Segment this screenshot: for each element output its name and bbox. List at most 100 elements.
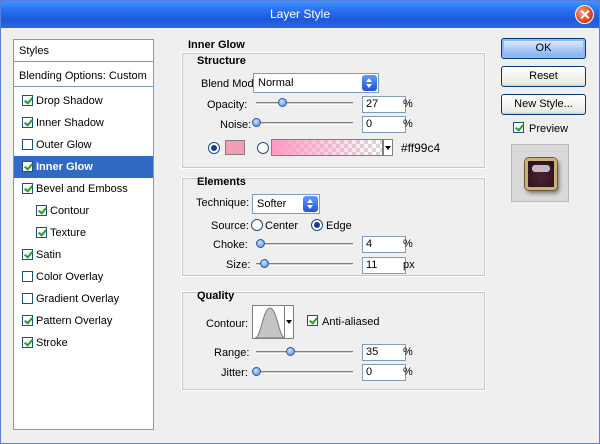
style-item-inner-glow[interactable]: Inner Glow [14,156,153,178]
glow-color-swatch[interactable] [225,140,245,155]
opacity-label: Opacity: [207,99,248,111]
contour-label: Contour: [206,318,249,330]
noise-label: Noise: [220,119,252,131]
jitter-input[interactable]: 0 [362,364,406,381]
size-input[interactable]: 11 [362,257,406,274]
style-item-label: Stroke [36,337,68,349]
jitter-slider-thumb[interactable] [252,367,261,376]
elements-title: Elements [197,176,246,188]
style-item-label: Drop Shadow [36,95,103,107]
style-item-checkbox[interactable] [22,95,33,106]
blending-options-item[interactable]: Blending Options: Custom [14,65,153,87]
ok-button[interactable]: OK [501,38,586,59]
size-slider-track[interactable] [256,263,353,266]
window-title: Layer Style [269,7,331,21]
range-slider-track[interactable] [256,351,353,354]
preview-label[interactable]: Preview [529,123,568,135]
antialiased-checkbox[interactable] [307,315,318,326]
jitter-unit: % [403,366,413,378]
new-style-button[interactable]: New Style... [501,94,586,115]
range-unit: % [403,346,413,358]
contour-dropdown-icon[interactable] [284,305,294,339]
style-item-texture[interactable]: Texture [14,222,153,244]
blend-mode-value: Normal [258,77,294,89]
range-slider-thumb[interactable] [286,347,295,356]
style-item-checkbox[interactable] [22,161,33,172]
blend-mode-select[interactable]: Normal [253,73,379,93]
contour-curve-icon [254,307,285,338]
style-item-label: Contour [50,205,90,217]
chevron-updown-icon [362,75,377,91]
technique-label: Technique: [196,197,250,209]
noise-slider-track[interactable] [256,122,353,125]
style-item-stroke[interactable]: Stroke [14,332,153,354]
title-bar[interactable]: Layer Style [1,1,599,28]
style-item-label: Inner Glow [36,161,93,173]
style-item-gradient-overlay[interactable]: Gradient Overlay [14,288,153,310]
style-item-checkbox[interactable] [22,315,33,326]
quality-title: Quality [197,290,235,302]
close-icon[interactable] [575,5,594,24]
style-item-checkbox[interactable] [22,117,33,128]
style-item-checkbox[interactable] [36,205,47,216]
color-mode-radio[interactable] [208,142,220,154]
source-center-label[interactable]: Center [265,220,298,232]
size-slider-thumb[interactable] [260,259,269,268]
source-edge-label[interactable]: Edge [326,220,352,232]
style-item-inner-shadow[interactable]: Inner Shadow [14,112,153,134]
chevron-updown-icon [303,196,318,212]
gradient-mode-radio[interactable] [257,142,269,154]
style-item-color-overlay[interactable]: Color Overlay [14,266,153,288]
size-label: Size: [226,259,251,271]
style-preview-swatch [525,158,557,190]
choke-input[interactable]: 4 [362,236,406,253]
style-item-checkbox[interactable] [22,183,33,194]
styles-header-label: Styles [19,45,49,57]
opacity-input[interactable]: 27 [362,96,406,113]
style-item-checkbox[interactable] [22,139,33,150]
style-item-satin[interactable]: Satin [14,244,153,266]
antialiased-label[interactable]: Anti-aliased [322,316,379,328]
opacity-unit: % [403,98,413,110]
source-center-radio[interactable] [251,219,263,231]
style-item-outer-glow[interactable]: Outer Glow [14,134,153,156]
style-item-checkbox[interactable] [36,227,47,238]
style-item-checkbox[interactable] [22,337,33,348]
jitter-slider-track[interactable] [256,371,353,374]
choke-unit: % [403,238,413,250]
noise-slider-thumb[interactable] [252,118,261,127]
blending-options-label: Blending Options: Custom [19,70,147,82]
style-item-bevel-and-emboss[interactable]: Bevel and Emboss [14,178,153,200]
source-edge-radio[interactable] [311,219,323,231]
contour-preview[interactable] [252,305,286,339]
style-item-label: Outer Glow [36,139,92,151]
style-item-checkbox[interactable] [22,249,33,260]
range-label: Range: [214,347,250,359]
styles-list: Styles Blending Options: Custom Drop Sha… [13,39,154,430]
choke-slider-track[interactable] [256,243,353,246]
reset-button[interactable]: Reset [501,66,586,87]
glow-gradient-preview[interactable] [271,139,383,156]
styles-header[interactable]: Styles [14,40,153,62]
style-item-checkbox[interactable] [22,293,33,304]
style-item-contour[interactable]: Contour [14,200,153,222]
noise-input[interactable]: 0 [362,116,406,133]
jitter-label: Jitter: [221,367,248,379]
style-item-pattern-overlay[interactable]: Pattern Overlay [14,310,153,332]
technique-select[interactable]: Softer [252,194,320,214]
range-input[interactable]: 35 [362,344,406,361]
style-item-label: Bevel and Emboss [36,183,128,195]
source-label: Source: [211,220,249,232]
choke-slider-thumb[interactable] [256,239,265,248]
opacity-slider-thumb[interactable] [278,98,287,107]
style-item-label: Gradient Overlay [36,293,120,305]
glow-color-hex: #ff99c4 [401,141,441,155]
technique-value: Softer [257,198,287,210]
panel-title: Inner Glow [188,39,245,51]
style-preview-thumbnail [511,144,569,202]
opacity-slider-track[interactable] [256,102,353,105]
style-item-checkbox[interactable] [22,271,33,282]
preview-checkbox[interactable] [513,122,524,133]
gradient-dropdown-icon[interactable] [383,139,393,156]
style-item-drop-shadow[interactable]: Drop Shadow [14,90,153,112]
